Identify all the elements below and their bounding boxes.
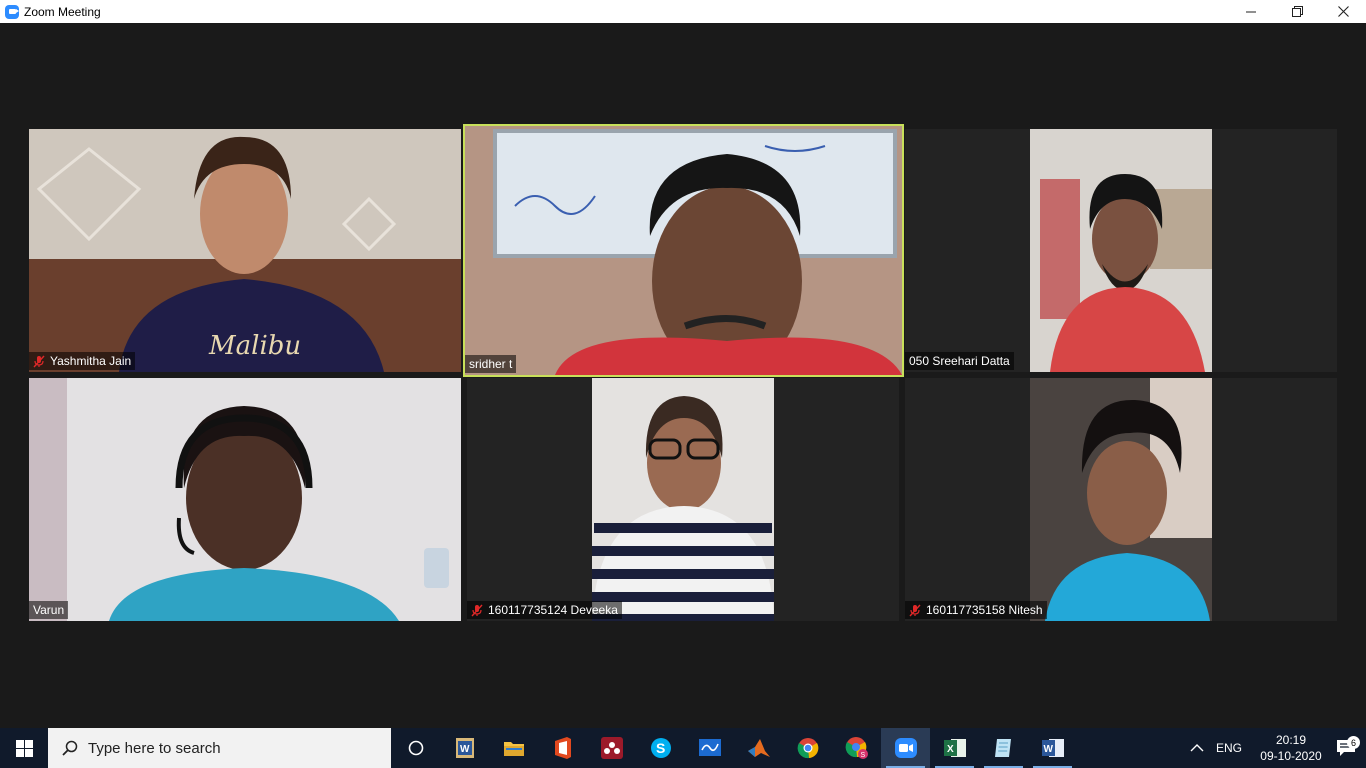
taskbar-app-excel[interactable]: X [930,728,979,768]
start-button[interactable] [0,728,48,768]
chrome-icon [797,738,818,759]
close-icon [1337,6,1349,17]
taskbar-app-chrome[interactable] [783,728,832,768]
participant-tile[interactable]: Varun [29,378,461,621]
folder-icon [503,742,524,756]
taskbar-app-skype[interactable]: S [636,728,685,768]
participant-name: 050 Sreehari Datta [909,354,1010,368]
svg-text:S: S [656,740,665,756]
zoom-icon [894,738,917,758]
participant-video: Malibu [29,129,461,372]
clock-time: 20:19 [1275,733,1307,747]
participant-name: Varun [33,603,65,617]
action-center-button[interactable]: 6 [1326,736,1366,757]
skype-icon: S [650,738,671,758]
word-document-icon: W [455,738,474,758]
taskbar-app-mendeley[interactable] [587,728,636,768]
svg-text:S: S [860,752,865,759]
excel-icon: X [943,739,966,757]
participant-video [29,378,461,621]
mendeley-icon [600,737,623,759]
participant-name-bar: sridher t [465,355,517,373]
participant-name-bar: Yashmitha Jain [29,352,136,370]
participant-tile[interactable]: Malibu Yashmitha Jain [29,129,461,372]
window-title: Zoom Meeting [24,4,101,19]
mic-muted-icon [909,604,921,616]
participant-tile-active-speaker[interactable]: sridher t [463,124,904,377]
mic-muted-icon [33,355,45,367]
taskbar-app-chrome-profile[interactable]: S [832,728,881,768]
word-icon: W [1041,739,1064,757]
participant-name: 160117735124 Deveeka [488,603,618,617]
svg-text:Malibu: Malibu [208,331,301,361]
meeting-gallery: Malibu Yashmitha Jain sridher t 050 Sree… [0,23,1366,728]
taskbar-app-office[interactable] [538,728,587,768]
taskbar-app-zoom[interactable] [881,728,930,768]
cortana-icon [408,740,423,756]
minimize-button[interactable] [1228,0,1274,23]
chrome-profile-icon: S [845,737,868,759]
participant-name: Yashmitha Jain [50,354,132,368]
participant-video [592,378,774,621]
task-view-button[interactable] [391,728,440,768]
taskbar-app-file-explorer[interactable] [489,728,538,768]
zoom-app-icon [5,4,19,19]
participant-tile[interactable]: 160117735158 Nitesh [905,378,1337,621]
whiteboard-icon [698,739,721,756]
clock-date: 09-10-2020 [1260,749,1322,763]
svg-text:W: W [460,744,470,755]
notepad-icon [994,739,1011,757]
close-button[interactable] [1320,0,1366,23]
search-placeholder: Type here to search [88,739,221,757]
office-icon [554,737,571,759]
restore-button[interactable] [1274,0,1320,23]
mic-muted-icon [471,604,483,616]
notification-count-badge: 6 [1347,736,1360,749]
taskbar-app-word-doc[interactable]: W [440,728,489,768]
windows-taskbar: Type here to search W S S X W ENG 20:19 … [0,728,1366,768]
taskbar-app-word[interactable]: W [1028,728,1077,768]
input-language-indicator[interactable]: ENG [1216,741,1242,755]
search-icon [62,740,78,756]
window-titlebar: Zoom Meeting [0,0,1366,23]
window-controls [1228,0,1366,23]
participant-name-bar: Varun [29,601,69,619]
restore-icon [1291,6,1303,17]
taskbar-app-whiteboard[interactable] [685,728,734,768]
participant-tile[interactable]: 160117735124 Deveeka [467,378,899,621]
participant-name-bar: 160117735124 Deveeka [467,601,622,619]
svg-text:X: X [947,744,954,755]
system-tray: ENG 20:19 09-10-2020 6 [1190,728,1366,768]
participant-name-bar: 160117735158 Nitesh [905,601,1047,619]
participant-name: 160117735158 Nitesh [926,603,1043,617]
participant-video [1030,129,1212,372]
minimize-icon [1245,11,1256,13]
svg-text:W: W [1043,744,1053,755]
system-clock[interactable]: 20:19 09-10-2020 [1256,732,1326,764]
matlab-icon [747,739,770,757]
windows-logo-icon [15,739,33,757]
participant-name: sridher t [469,357,513,371]
show-hidden-icons-chevron-up-icon[interactable] [1190,743,1204,753]
taskbar-app-matlab[interactable] [734,728,783,768]
participant-video [465,126,902,375]
participant-video [1030,378,1212,621]
taskbar-app-notepad[interactable] [979,728,1028,768]
participant-tile[interactable]: 050 Sreehari Datta [905,129,1337,372]
participant-name-bar: 050 Sreehari Datta [905,352,1014,370]
taskbar-search-box[interactable]: Type here to search [48,728,391,768]
